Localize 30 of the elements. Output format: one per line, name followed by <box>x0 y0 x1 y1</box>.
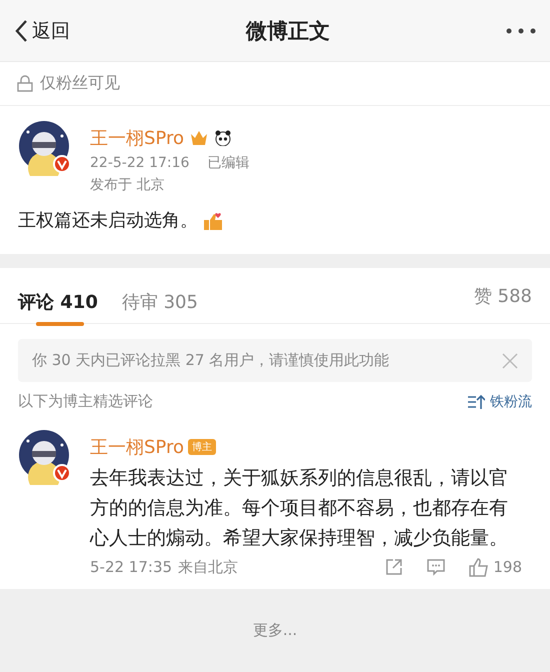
author-name[interactable]: 王一栩SPro <box>90 126 184 150</box>
notice-text: 你 30 天内已评论拉黑 27 名用户，请谨慎使用此功能 <box>32 351 390 370</box>
section-caption: 以下为博主精选评论 <box>18 392 153 411</box>
share-icon[interactable] <box>385 558 404 576</box>
likes-count[interactable]: 赞 588 <box>474 284 532 308</box>
comment-icon[interactable] <box>427 558 446 576</box>
blogger-badge: 博主 <box>188 439 216 455</box>
sort-icon <box>467 394 485 410</box>
edited-label: 已编辑 <box>207 154 250 172</box>
thumbs-up-icon <box>469 557 490 577</box>
visibility-label: 仅粉丝可见 <box>40 73 120 94</box>
comment-author[interactable]: 王一栩SPro <box>90 435 184 459</box>
comment-text: 去年我表达过，关于狐妖系列的信息很乱，请以官方的的信息为准。每个项目都不容易，也都存在有心人士的煽动。希望大家保持理智，减少负能量。 <box>90 466 509 551</box>
crown-icon <box>190 130 208 146</box>
back-button[interactable]: 返回 <box>14 18 70 44</box>
panda-icon <box>214 130 232 146</box>
comments-tab[interactable]: 评论 410 <box>18 276 98 328</box>
sort-button[interactable]: 铁粉流 <box>467 392 532 410</box>
chevron-left-icon <box>14 18 28 42</box>
post-text: 王权篇还未启动选角。 <box>18 209 198 232</box>
lock-icon <box>16 74 34 92</box>
comments-tab[interactable]: 待审 305 <box>122 276 198 328</box>
comment-location: 来自北京 <box>178 558 238 576</box>
post-time: 22-5-22 17:16 <box>90 155 190 171</box>
like-button[interactable]: 198 <box>469 557 522 577</box>
more-icon[interactable] <box>506 28 536 34</box>
page-title: 微博正文 <box>246 18 330 44</box>
comment-time: 5-22 17:35 <box>90 558 172 576</box>
more-button[interactable]: 更多... <box>246 620 304 641</box>
post-location: 发布于 北京 <box>90 176 166 194</box>
